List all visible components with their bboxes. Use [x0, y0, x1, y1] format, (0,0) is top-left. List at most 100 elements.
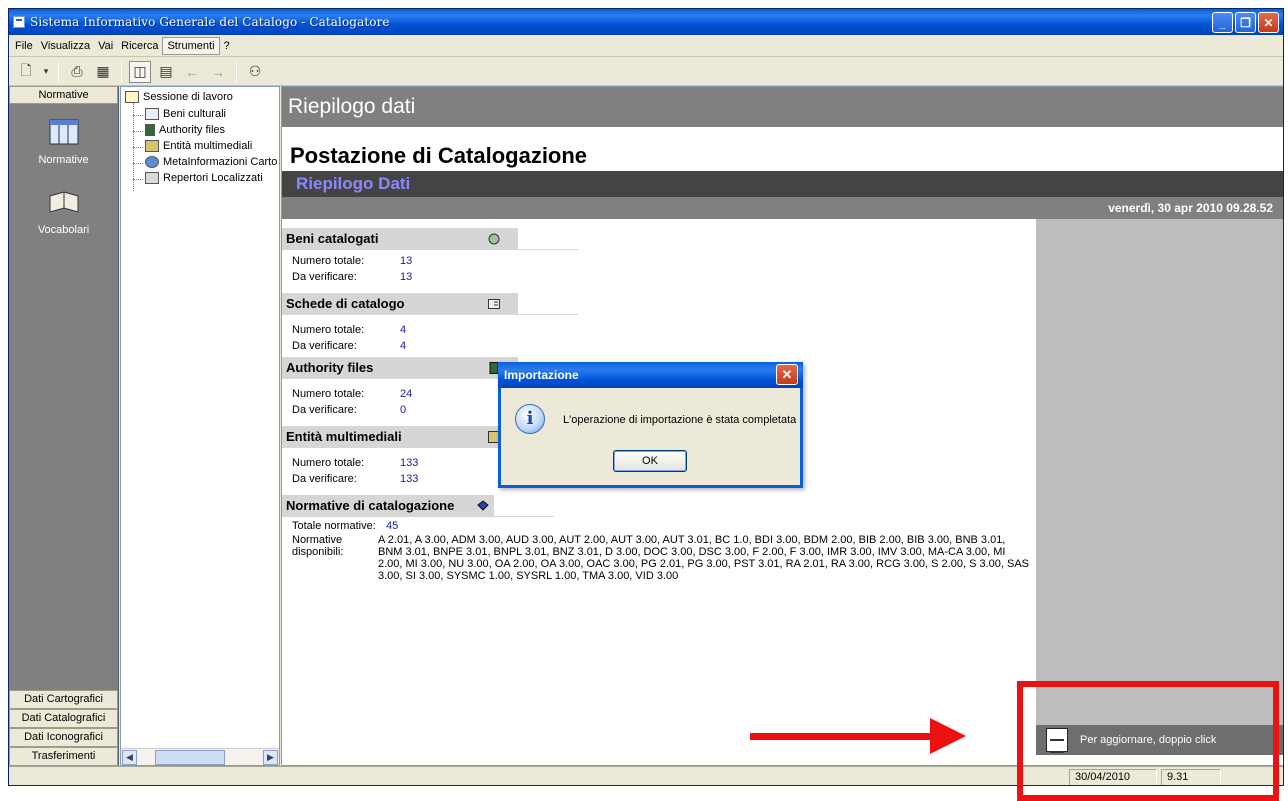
horizontal-scrollbar[interactable]: ◀ ▶ — [121, 748, 279, 765]
kv-row: Numero totale: 4 — [292, 324, 406, 336]
window-title: Sistema Informativo Generale del Catalog… — [30, 15, 390, 29]
panel-view-icon[interactable]: ◫ — [129, 60, 151, 83]
app-icon — [13, 16, 25, 28]
tree-pane: Sessione di lavoro Beni culturali Author… — [120, 86, 280, 766]
section-authority-files: Authority files — [282, 357, 518, 379]
tree-item-entita-multimediali[interactable]: Entità multimediali — [145, 140, 252, 152]
tree-connector — [133, 147, 143, 148]
tree-item-repertori-localizzati[interactable]: Repertori Localizzati — [145, 172, 263, 184]
side-panel — [1036, 219, 1283, 729]
toolbar-separator — [58, 61, 59, 82]
page-title: Postazione di Catalogazione — [290, 143, 588, 168]
tree-connector — [133, 131, 143, 132]
status-time: 9.31 — [1161, 769, 1221, 785]
trasferimenti-button[interactable]: Trasferimenti — [9, 747, 118, 766]
kv-row: Da verificare: 133 — [292, 473, 418, 485]
tree-connector — [133, 163, 143, 164]
section-entita-multimediali: Entità multimediali — [282, 426, 518, 448]
card-icon — [145, 108, 159, 120]
scroll-right-icon[interactable]: ▶ — [263, 750, 278, 765]
dati-cartografici-button[interactable]: Dati Cartografici — [9, 690, 118, 709]
session-icon — [125, 91, 139, 103]
kv-value: 45 — [386, 520, 399, 532]
menu-ricerca[interactable]: Ricerca — [117, 38, 162, 54]
left-pane-bottom-buttons: Dati Cartografici Dati Catalografici Dat… — [9, 690, 118, 766]
section-underline — [518, 293, 578, 315]
tree-item-label: Authority files — [159, 124, 226, 136]
beni-icon — [488, 233, 500, 245]
window-controls: _ ❐ ✕ — [1212, 12, 1279, 33]
kv-row: Numero totale: 24 — [292, 388, 412, 400]
scroll-left-icon[interactable]: ◀ — [122, 750, 137, 765]
forward-arrow-icon[interactable]: → — [207, 61, 229, 83]
status-date: 30/04/2010 — [1069, 769, 1157, 785]
section-normative: Normative di catalogazione — [282, 495, 494, 517]
left-pane-header[interactable]: Normative — [9, 86, 118, 104]
nav-item-vocabolari[interactable]: Vocabolari — [9, 184, 118, 236]
book-icon — [49, 191, 78, 213]
menu-strumenti[interactable]: Strumenti — [162, 36, 220, 55]
menu-vai[interactable]: Vai — [94, 38, 117, 54]
toolbar-separator — [121, 61, 122, 82]
menu-bar: File Visualizza Vai Ricerca Strumenti ? — [9, 35, 1283, 57]
refresh-hint-bar[interactable]: Per aggiornare, doppio click — [1036, 725, 1283, 755]
section-beni-catalogati: Beni catalogati — [282, 228, 518, 250]
kv-row: Da verificare: 4 — [292, 340, 406, 352]
users-icon[interactable]: ⚇ — [244, 61, 266, 83]
tree-connector — [133, 115, 143, 116]
kv-label: Da verificare: — [292, 473, 357, 485]
ok-button[interactable]: OK — [613, 450, 687, 472]
title-bar[interactable]: Sistema Informativo Generale del Catalog… — [9, 9, 1283, 35]
annotation-arrow-head — [930, 718, 966, 754]
tree-connector — [133, 179, 143, 180]
tree-item-metainformazioni[interactable]: MetaInformazioni Carto — [145, 156, 277, 168]
date-banner: venerdì, 30 apr 2010 09.28.52 — [282, 197, 1283, 219]
kv-row: Numero totale: 133 — [292, 457, 418, 469]
grid-view-icon[interactable]: ▦ — [92, 61, 114, 83]
tree-root[interactable]: Sessione di lavoro — [125, 91, 233, 103]
tree-item-label: MetaInformazioni Carto — [163, 156, 278, 168]
kv-row: Da verificare: 0 — [292, 404, 406, 416]
tree-item-beni-culturali[interactable]: Beni culturali — [145, 108, 226, 120]
close-button[interactable]: ✕ — [1258, 12, 1279, 33]
toolbar-separator — [236, 61, 237, 82]
nav-item-label: Vocabolari — [37, 224, 90, 236]
info-icon: i — [515, 404, 545, 434]
dialog-title[interactable]: Importazione — [498, 362, 803, 388]
scroll-thumb[interactable] — [155, 750, 225, 765]
back-arrow-icon[interactable]: ← — [181, 61, 203, 83]
kv-label: Da verificare: — [292, 340, 357, 352]
section-schede-di-catalogo: Schede di catalogo — [282, 293, 518, 315]
minimize-button[interactable]: _ — [1212, 12, 1233, 33]
multimedia-icon — [145, 140, 159, 152]
kv-label: Numero totale: — [292, 457, 365, 469]
left-nav-pane: Normative Normative Vocabolari Dati Cart… — [9, 86, 119, 766]
restore-button[interactable]: ❐ — [1235, 12, 1256, 33]
menu-file[interactable]: File — [11, 38, 37, 54]
section-underline — [518, 228, 578, 250]
dropdown-arrow-icon[interactable]: ▾ — [41, 61, 51, 83]
tree-item-label: Beni culturali — [163, 108, 226, 120]
annotation-arrow-shaft — [750, 733, 932, 740]
kv-label: Numero totale: — [292, 255, 365, 267]
tree-item-authority-files[interactable]: Authority files — [145, 124, 225, 136]
normative-list-value: A 2.01, A 3.00, ADM 3.00, AUD 3.00, AUT … — [378, 534, 1030, 582]
detail-view-icon[interactable]: ▤ — [155, 61, 177, 83]
menu-visualizza[interactable]: Visualizza — [37, 38, 94, 54]
dati-iconografici-button[interactable]: Dati Iconografici — [9, 728, 118, 747]
kv-value: 0 — [400, 404, 407, 416]
menu-help[interactable]: ? — [220, 38, 234, 54]
tree-root-label: Sessione di lavoro — [143, 91, 233, 103]
nav-item-normative[interactable]: Normative — [9, 114, 118, 166]
scheda-icon — [488, 299, 500, 309]
print-icon[interactable]: ⎙ — [66, 61, 88, 83]
kv-value: 133 — [400, 473, 419, 485]
dialog-message: L'operazione di importazione è stata com… — [563, 414, 797, 426]
dati-catalografici-button[interactable]: Dati Catalografici — [9, 709, 118, 728]
toolbar: 🗋 ▾ ⎙ ▦ ◫ ▤ ← → ⚇ — [9, 58, 1283, 86]
section-underline — [494, 495, 554, 517]
dialog-close-icon[interactable]: ✕ — [776, 364, 798, 385]
kv-value: 13 — [400, 271, 413, 283]
kv-value: 24 — [400, 388, 413, 400]
new-document-icon[interactable]: 🗋 — [15, 61, 37, 83]
